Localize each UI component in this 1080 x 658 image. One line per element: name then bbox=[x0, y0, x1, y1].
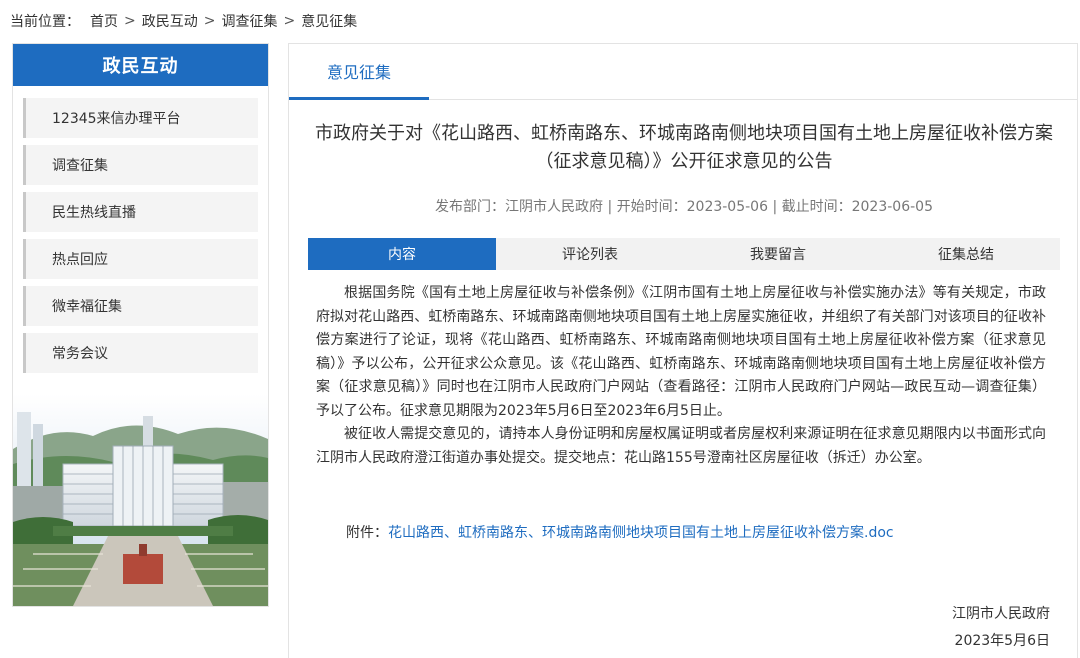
breadcrumb: 当前位置： 首页 > 政民互动 > 调查征集 > 意见征集 bbox=[10, 10, 357, 32]
article-meta: 发布部门：江阴市人民政府 | 开始时间：2023-05-06 | 截止时间：20… bbox=[435, 199, 933, 215]
main-tabbar: 意见征集 bbox=[289, 44, 1077, 100]
breadcrumb-survey[interactable]: 调查征集 bbox=[221, 11, 277, 31]
signature-date: 2023年5月6日 bbox=[954, 633, 1050, 649]
tab-opinion-collection[interactable]: 意见征集 bbox=[289, 44, 429, 100]
signature-org: 江阴市人民政府 bbox=[952, 606, 1050, 622]
government-building-image bbox=[13, 394, 268, 606]
tab-leave-message[interactable]: 我要留言 bbox=[684, 238, 872, 270]
breadcrumb-interaction[interactable]: 政民互动 bbox=[142, 11, 198, 31]
sidebar-item-hotline-live[interactable]: 民生热线直播 bbox=[23, 192, 258, 232]
main-panel: 意见征集 市政府关于对《花山路西、虹桥南路东、环城南路南侧地块项目国有土地上房屋… bbox=[288, 43, 1078, 658]
attachment: 附件：花山路西、虹桥南路东、环城南路南侧地块项目国有土地上房屋征收补偿方案.do… bbox=[346, 522, 894, 542]
sidebar: 政民互动 12345来信办理平台 调查征集 民生热线直播 热点回应 微幸福征集 … bbox=[12, 43, 269, 607]
breadcrumb-current: 意见征集 bbox=[301, 14, 358, 30]
breadcrumb-home[interactable]: 首页 bbox=[90, 11, 118, 31]
sidebar-item-happiness-collection[interactable]: 微幸福征集 bbox=[23, 286, 258, 326]
article-body: 根据国务院《国有土地上房屋征收与补偿条例》《江阴市国有土地上房屋征收与补偿实施办… bbox=[316, 282, 1046, 470]
article-title: 市政府关于对《花山路西、虹桥南路东、环城南路南侧地块项目国有土地上房屋征收补偿方… bbox=[315, 123, 1053, 172]
sidebar-item-survey[interactable]: 调查征集 bbox=[23, 145, 258, 185]
sidebar-item-hot-response[interactable]: 热点回应 bbox=[23, 239, 258, 279]
sidebar-title: 政民互动 bbox=[13, 44, 268, 86]
article-paragraph: 根据国务院《国有土地上房屋征收与补偿条例》《江阴市国有土地上房屋征收与补偿实施办… bbox=[316, 285, 1046, 419]
tab-collection-summary[interactable]: 征集总结 bbox=[872, 238, 1060, 270]
article-paragraph: 被征收人需提交意见的，请持本人身份证明和房屋权属证明或者房屋权利来源证明在征求意… bbox=[316, 426, 1046, 466]
signature: 江阴市人民政府 2023年5月6日 bbox=[952, 601, 1050, 655]
sidebar-menu: 12345来信办理平台 调查征集 民生热线直播 热点回应 微幸福征集 常务会议 bbox=[13, 86, 268, 373]
breadcrumb-separator: > bbox=[283, 13, 296, 29]
tab-content[interactable]: 内容 bbox=[308, 238, 496, 270]
content-tabs: 内容 评论列表 我要留言 征集总结 bbox=[308, 238, 1060, 270]
breadcrumb-separator: > bbox=[203, 13, 216, 29]
tab-comment-list[interactable]: 评论列表 bbox=[496, 238, 684, 270]
attachment-link[interactable]: 花山路西、虹桥南路东、环城南路南侧地块项目国有土地上房屋征收补偿方案.doc bbox=[388, 525, 894, 541]
breadcrumb-prefix: 当前位置： bbox=[10, 14, 80, 30]
sidebar-item-executive-meeting[interactable]: 常务会议 bbox=[23, 333, 258, 373]
breadcrumb-separator: > bbox=[124, 13, 136, 29]
attachment-label: 附件： bbox=[346, 525, 388, 541]
sidebar-item-12345-platform[interactable]: 12345来信办理平台 bbox=[23, 98, 258, 138]
